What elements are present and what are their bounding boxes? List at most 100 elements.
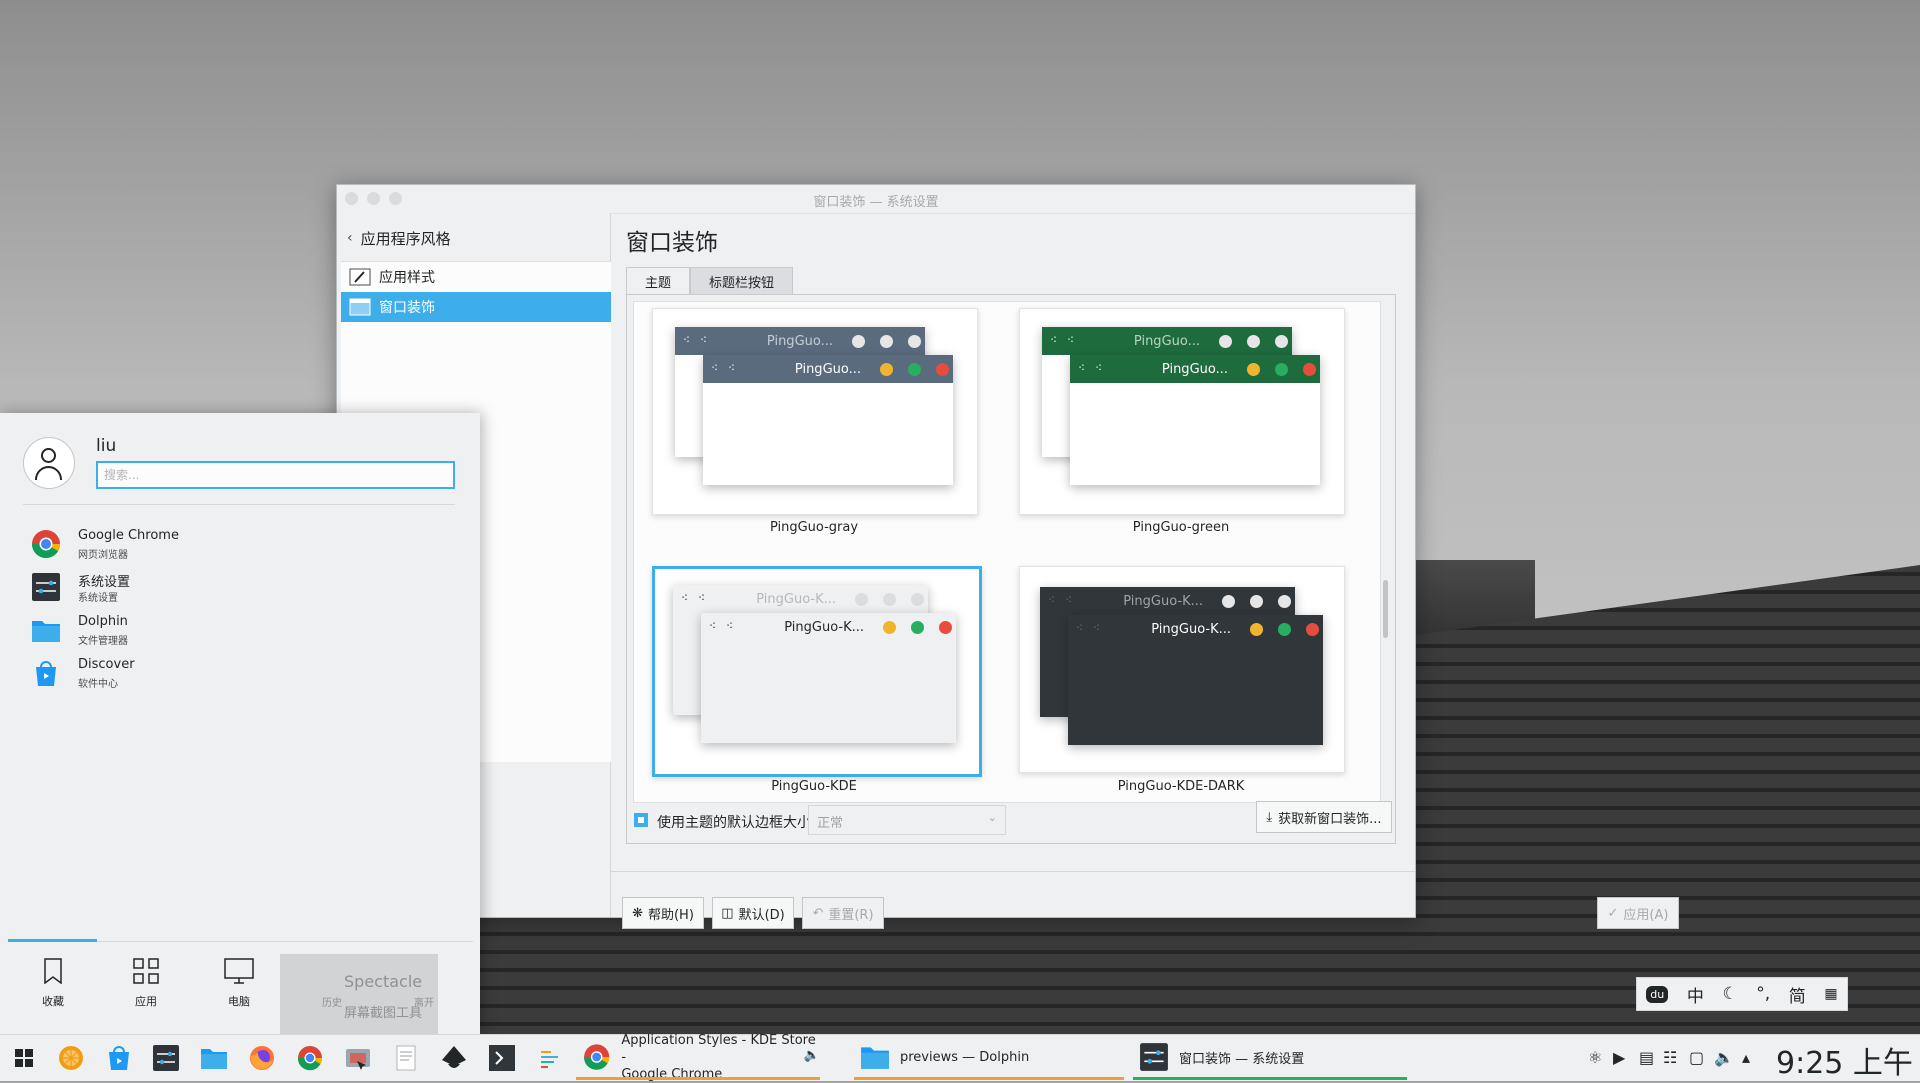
download-icon: ⤓ bbox=[1266, 809, 1273, 825]
list-item-system-settings[interactable]: 系统设置 系统设置 bbox=[28, 568, 448, 608]
close-dot bbox=[936, 363, 949, 376]
theme-name: PingGuo-green bbox=[1132, 520, 1230, 535]
app-description: 系统设置 bbox=[78, 593, 118, 604]
kate-icon[interactable] bbox=[536, 1044, 564, 1072]
theme-card-pingguo-gray[interactable]: ⁖⁖ PingGuo... ⁖⁖ PingGuo... bbox=[652, 308, 978, 515]
inkscape-icon[interactable] bbox=[440, 1044, 468, 1072]
media-play-icon[interactable]: ▶ bbox=[1613, 1048, 1625, 1067]
clock[interactable]: 9:25 上午 bbox=[1776, 1038, 1913, 1082]
list-item-dolphin[interactable]: Dolphin 文件管理器 bbox=[28, 611, 448, 651]
firefox-icon[interactable] bbox=[248, 1044, 276, 1072]
scrollbar-handle[interactable] bbox=[1383, 580, 1388, 638]
tab-theme[interactable]: 主题 bbox=[626, 267, 691, 296]
undo-icon: ↶ bbox=[812, 905, 824, 921]
preview-menu-icons: ⁖⁖ bbox=[683, 333, 718, 347]
preview-menu-icons: ⁖⁖ bbox=[711, 361, 746, 375]
preview-front-window: ⁖⁖ PingGuo... bbox=[703, 355, 953, 485]
ime-chinese-mode[interactable]: 中 bbox=[1687, 982, 1704, 1007]
preview-menu-icons: ⁖⁖ bbox=[1048, 593, 1083, 607]
preview-titlebar: ⁖⁖ PingGuo-K... bbox=[701, 613, 956, 641]
clipboard-icon[interactable]: ▤ bbox=[1639, 1048, 1654, 1067]
defaults-label: 默认(D) bbox=[738, 907, 785, 923]
active-tab-indicator bbox=[8, 939, 97, 942]
system-settings-icon[interactable] bbox=[152, 1044, 180, 1072]
help-button[interactable]: ❋ 帮助(H) bbox=[622, 897, 704, 929]
sidebar-item-label: 窗口装饰 bbox=[379, 300, 435, 316]
text-editor-icon[interactable] bbox=[392, 1044, 420, 1072]
user-body-shape bbox=[35, 466, 62, 480]
chevron-down-icon: ⌄ bbox=[987, 811, 997, 824]
accessibility-icon[interactable]: ⚛ bbox=[1588, 1048, 1602, 1067]
orange-app-icon[interactable] bbox=[57, 1044, 85, 1072]
reset-label: 重置(R) bbox=[828, 907, 874, 923]
volume-icon[interactable]: 🔈 bbox=[1714, 1048, 1734, 1067]
reset-button[interactable]: ↶ 重置(R) bbox=[802, 897, 884, 929]
preview-menu-icons: ⁖⁖ bbox=[1050, 333, 1085, 347]
defaults-button[interactable]: ◫ 默认(D) bbox=[712, 897, 794, 929]
border-size-row: 使用主题的默认边框大小 正常 ⌄ ⤓ 获取新窗口装饰... bbox=[627, 801, 1395, 839]
ime-logo-icon[interactable]: du bbox=[1646, 985, 1669, 1003]
use-default-border-label: 使用主题的默认边框大小 bbox=[657, 815, 811, 831]
user-head-shape bbox=[41, 448, 56, 463]
spectacle-drag-preview[interactable]: Spectacle 屏幕截图工具 历史 离开 bbox=[280, 954, 438, 1035]
tab-titlebar-buttons[interactable]: 标题栏按钮 bbox=[690, 267, 794, 296]
sidebar-item-window-decorations[interactable]: 窗口装饰 bbox=[341, 292, 611, 322]
theme-card-pingguo-kde-dark[interactable]: ⁖⁖ PingGuo-K... ⁖⁖ PingGuo-K... bbox=[1019, 566, 1345, 773]
chrome-icon[interactable] bbox=[296, 1044, 324, 1072]
theme-card-pingguo-green[interactable]: ⁖⁖ PingGuo... ⁖⁖ PingGuo... bbox=[1019, 308, 1345, 515]
maximize-dot bbox=[1278, 623, 1291, 636]
sidebar-item-app-style[interactable]: 应用样式 bbox=[341, 262, 611, 292]
back-button[interactable]: ‹ 应用程序风格 bbox=[347, 227, 451, 249]
settings-main: 窗口装饰 主题 标题栏按钮 ⁖⁖ PingGuo... ⁖⁖ PingGuo..… bbox=[611, 213, 1679, 929]
theme-grid[interactable]: ⁖⁖ PingGuo... ⁖⁖ PingGuo... PingGuo-gray… bbox=[633, 301, 1381, 803]
theme-name: PingGuo-KDE bbox=[771, 779, 857, 794]
page-title: 窗口装饰 bbox=[626, 230, 718, 256]
border-size-select[interactable]: 正常 ⌄ bbox=[808, 805, 1006, 835]
punctuation-icon[interactable]: °, bbox=[1756, 984, 1770, 1004]
apply-button[interactable]: ✓ 应用(A) bbox=[1597, 897, 1679, 929]
app-name: 系统设置 bbox=[78, 575, 131, 590]
get-new-decorations-button[interactable]: ⤓ 获取新窗口装饰... bbox=[1256, 801, 1392, 833]
input-method-bar: du 中 ☾ °, 简 ▦ bbox=[1636, 977, 1848, 1011]
display-icon[interactable]: ▢ bbox=[1689, 1048, 1704, 1067]
dolphin-folder-icon bbox=[32, 621, 60, 642]
preview-title: PingGuo... bbox=[766, 334, 833, 349]
chrome-icon bbox=[32, 530, 60, 558]
moon-icon[interactable]: ☾ bbox=[1722, 984, 1737, 1004]
preview-menu-icons: ⁖⁖ bbox=[709, 619, 744, 633]
use-default-border-checkbox[interactable] bbox=[634, 813, 648, 827]
bookmark-icon bbox=[18, 953, 88, 989]
task-dolphin[interactable]: previews — Dolphin bbox=[854, 1035, 1124, 1080]
ime-tray-icon[interactable]: ☷ bbox=[1663, 1048, 1677, 1067]
dolphin-folder-icon[interactable] bbox=[200, 1044, 228, 1072]
spectacle-icon[interactable] bbox=[344, 1044, 372, 1072]
app-name: Dolphin bbox=[78, 614, 128, 629]
avatar[interactable] bbox=[23, 437, 75, 489]
app-launcher-icon[interactable] bbox=[10, 1044, 38, 1072]
task-system-settings[interactable]: 窗口装饰 — 系统设置 bbox=[1133, 1035, 1407, 1080]
window-titlebar[interactable]: 窗口装饰 — 系统设置 bbox=[337, 185, 1415, 214]
preview-menu-icons: ⁖⁖ bbox=[1076, 621, 1111, 635]
preview-title: PingGuo-K... bbox=[756, 592, 836, 607]
ime-simplified[interactable]: 简 bbox=[1789, 982, 1806, 1007]
preview-dot bbox=[1247, 335, 1260, 348]
preview-dot bbox=[855, 593, 868, 606]
grid-icon bbox=[111, 953, 181, 989]
tab-label: 收藏 bbox=[42, 995, 64, 1008]
preview-dot bbox=[1278, 595, 1291, 608]
discover-icon[interactable] bbox=[105, 1044, 133, 1072]
tab-computer[interactable]: 电脑 bbox=[204, 953, 274, 1023]
app-name: Google Chrome bbox=[78, 528, 179, 543]
preview-dot bbox=[852, 335, 865, 348]
preview-menu-icons: ⁖⁖ bbox=[1078, 361, 1113, 375]
tab-applications[interactable]: 应用 bbox=[111, 953, 181, 1023]
terminal-icon[interactable] bbox=[488, 1044, 516, 1072]
theme-card-pingguo-kde[interactable]: ⁖⁖ PingGuo-K... ⁖⁖ PingGuo-K... bbox=[652, 566, 982, 777]
search-input[interactable] bbox=[96, 461, 455, 489]
chevron-up-icon[interactable]: ▴ bbox=[1742, 1048, 1750, 1067]
grid-icon[interactable]: ▦ bbox=[1824, 986, 1837, 1002]
tab-favorites[interactable]: 收藏 bbox=[18, 953, 88, 1023]
list-item-discover[interactable]: Discover 软件中心 bbox=[28, 654, 448, 694]
list-item-google-chrome[interactable]: Google Chrome 网页浏览器 bbox=[28, 525, 448, 565]
task-chrome[interactable]: Application Styles - KDE Store - Google … bbox=[576, 1033, 820, 1082]
